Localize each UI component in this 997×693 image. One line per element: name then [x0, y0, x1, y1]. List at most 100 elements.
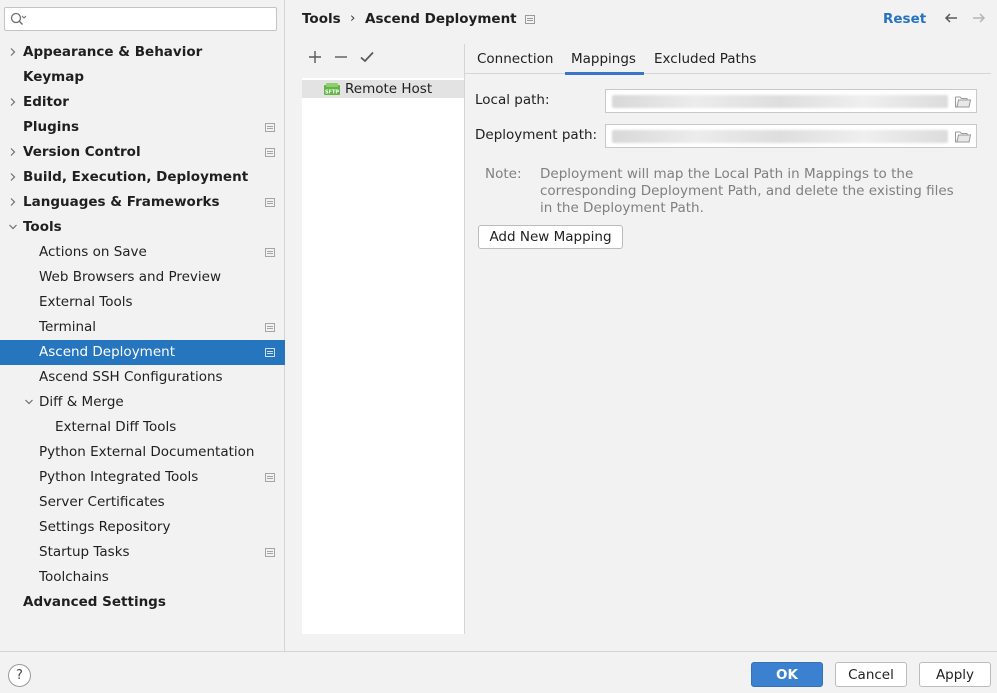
project-settings-icon: [265, 348, 275, 357]
sidebar-item-label: External Tools: [39, 294, 133, 310]
check-icon[interactable]: [358, 48, 376, 66]
dialog-footer: ? OK Cancel Apply: [0, 651, 997, 693]
sidebar-item-label: Languages & Frameworks: [23, 194, 220, 210]
breadcrumb-separator: ›: [350, 10, 356, 26]
sidebar-item-external-diff-tools[interactable]: External Diff Tools: [0, 415, 285, 440]
settings-sidebar: Appearance & Behavior Keymap Editor Plugins…: [0, 0, 285, 651]
redacted-path: [612, 95, 948, 108]
sidebar-item-label: Tools: [23, 219, 62, 235]
back-arrow-icon[interactable]: [943, 10, 959, 26]
sidebar-item-label: Keymap: [23, 69, 85, 85]
sidebar-item-version-control[interactable]: Version Control: [0, 140, 285, 165]
sidebar-item-label: Appearance & Behavior: [23, 44, 203, 60]
sidebar-item-label: Settings Repository: [39, 519, 171, 535]
sidebar-item-label: Server Certificates: [39, 494, 165, 510]
sidebar-item-external-tools[interactable]: External Tools: [0, 290, 285, 315]
panel-divider[interactable]: [464, 44, 465, 634]
sidebar-item-actions-on-save[interactable]: Actions on Save: [0, 240, 285, 265]
sidebar-item-build-execution-deployment[interactable]: Build, Execution, Deployment: [0, 165, 285, 190]
sidebar-item-label: Editor: [23, 94, 69, 110]
chevron-right-icon[interactable]: [7, 40, 19, 65]
sidebar-item-server-certificates[interactable]: Server Certificates: [0, 490, 285, 515]
sidebar-item-appearance-and-behavior[interactable]: Appearance & Behavior: [0, 40, 285, 65]
sidebar-item-editor[interactable]: Editor: [0, 90, 285, 115]
reset-link[interactable]: Reset: [883, 11, 926, 27]
chevron-right-icon[interactable]: [7, 140, 19, 165]
chevron-down-icon[interactable]: [23, 390, 35, 415]
apply-button[interactable]: Apply: [919, 662, 991, 687]
deployment-path-field[interactable]: [605, 124, 977, 148]
sidebar-item-plugins[interactable]: Plugins: [0, 115, 285, 140]
sidebar-item-terminal[interactable]: Terminal: [0, 315, 285, 340]
sidebar-item-label: Actions on Save: [39, 244, 147, 260]
sidebar-item-startup-tasks[interactable]: Startup Tasks: [0, 540, 285, 565]
sidebar-item-web-browsers-and-preview[interactable]: Web Browsers and Preview: [0, 265, 285, 290]
sidebar-item-advanced-settings[interactable]: Advanced Settings: [0, 590, 285, 615]
project-settings-icon: [525, 15, 535, 24]
server-list-item[interactable]: SFTP Remote Host: [302, 80, 465, 98]
search-icon: [10, 12, 27, 25]
deployment-path-label: Deployment path:: [475, 127, 598, 143]
project-settings-icon: [265, 323, 275, 332]
settings-search-field[interactable]: [4, 7, 277, 31]
minus-icon[interactable]: [332, 48, 350, 66]
project-settings-icon: [265, 473, 275, 482]
sidebar-item-ascend-ssh-configurations[interactable]: Ascend SSH Configurations: [0, 365, 285, 390]
add-new-mapping-button[interactable]: Add New Mapping: [478, 225, 623, 249]
chevron-down-icon[interactable]: [7, 215, 19, 240]
sidebar-item-keymap[interactable]: Keymap: [0, 65, 285, 90]
project-settings-icon: [265, 198, 275, 207]
sidebar-item-ascend-deployment[interactable]: Ascend Deployment: [0, 340, 285, 365]
sidebar-item-label: Plugins: [23, 119, 80, 135]
page-header: Tools › Ascend Deployment Reset: [286, 0, 997, 40]
sidebar-item-label: Diff & Merge: [39, 394, 124, 410]
sidebar-item-label: Terminal: [39, 319, 97, 335]
sidebar-item-tools[interactable]: Tools: [0, 215, 285, 240]
page-title: Ascend Deployment: [365, 11, 517, 27]
sidebar-item-label: Ascend Deployment: [39, 344, 175, 360]
sidebar-item-languages-and-frameworks[interactable]: Languages & Frameworks: [0, 190, 285, 215]
server-list-toolbar: [302, 44, 464, 72]
deployment-tabs: Connection Mappings Excluded Paths: [465, 44, 991, 75]
ok-button[interactable]: OK: [751, 662, 823, 687]
chevron-right-icon[interactable]: [7, 90, 19, 115]
svg-text:SFTP: SFTP: [325, 90, 339, 96]
sidebar-item-label: External Diff Tools: [55, 419, 177, 435]
redacted-path: [612, 130, 948, 143]
sidebar-item-label: Toolchains: [39, 569, 109, 585]
tab-mappings[interactable]: Mappings: [565, 44, 644, 75]
project-settings-icon: [265, 148, 275, 157]
forward-arrow-icon[interactable]: [971, 10, 987, 26]
sidebar-item-label: Startup Tasks: [39, 544, 130, 560]
project-settings-icon: [265, 248, 275, 257]
local-path-field[interactable]: [605, 89, 977, 113]
server-name: Remote Host: [345, 81, 433, 97]
sidebar-item-label: Build, Execution, Deployment: [23, 169, 249, 185]
sidebar-item-label: Version Control: [23, 144, 141, 160]
folder-browse-icon[interactable]: [955, 95, 971, 108]
note-label: Note:: [485, 166, 522, 182]
folder-browse-icon[interactable]: [955, 130, 971, 143]
sidebar-item-diff-and-merge[interactable]: Diff & Merge: [0, 390, 285, 415]
sidebar-item-python-external-documentation[interactable]: Python External Documentation: [0, 440, 285, 465]
cancel-button[interactable]: Cancel: [835, 662, 907, 687]
local-path-label: Local path:: [475, 92, 550, 108]
sidebar-item-python-integrated-tools[interactable]: Python Integrated Tools: [0, 465, 285, 490]
sidebar-item-label: Web Browsers and Preview: [39, 269, 221, 285]
project-settings-icon: [265, 548, 275, 557]
tab-connection[interactable]: Connection: [477, 44, 553, 74]
breadcrumb-parent[interactable]: Tools: [302, 11, 341, 27]
plus-icon[interactable]: [306, 48, 324, 66]
sidebar-item-label: Advanced Settings: [23, 594, 166, 610]
server-list: SFTP Remote Host: [302, 78, 465, 634]
sidebar-item-label: Ascend SSH Configurations: [39, 369, 223, 385]
sidebar-item-label: Python Integrated Tools: [39, 469, 199, 485]
tab-excluded-paths[interactable]: Excluded Paths: [654, 44, 756, 74]
chevron-right-icon[interactable]: [7, 190, 19, 215]
settings-tree: Appearance & Behavior Keymap Editor Plugins…: [0, 40, 285, 615]
help-icon[interactable]: ?: [8, 664, 31, 687]
chevron-right-icon[interactable]: [7, 165, 19, 190]
sidebar-item-settings-repository[interactable]: Settings Repository: [0, 515, 285, 540]
sidebar-item-label: Python External Documentation: [39, 444, 255, 460]
sidebar-item-toolchains[interactable]: Toolchains: [0, 565, 285, 590]
